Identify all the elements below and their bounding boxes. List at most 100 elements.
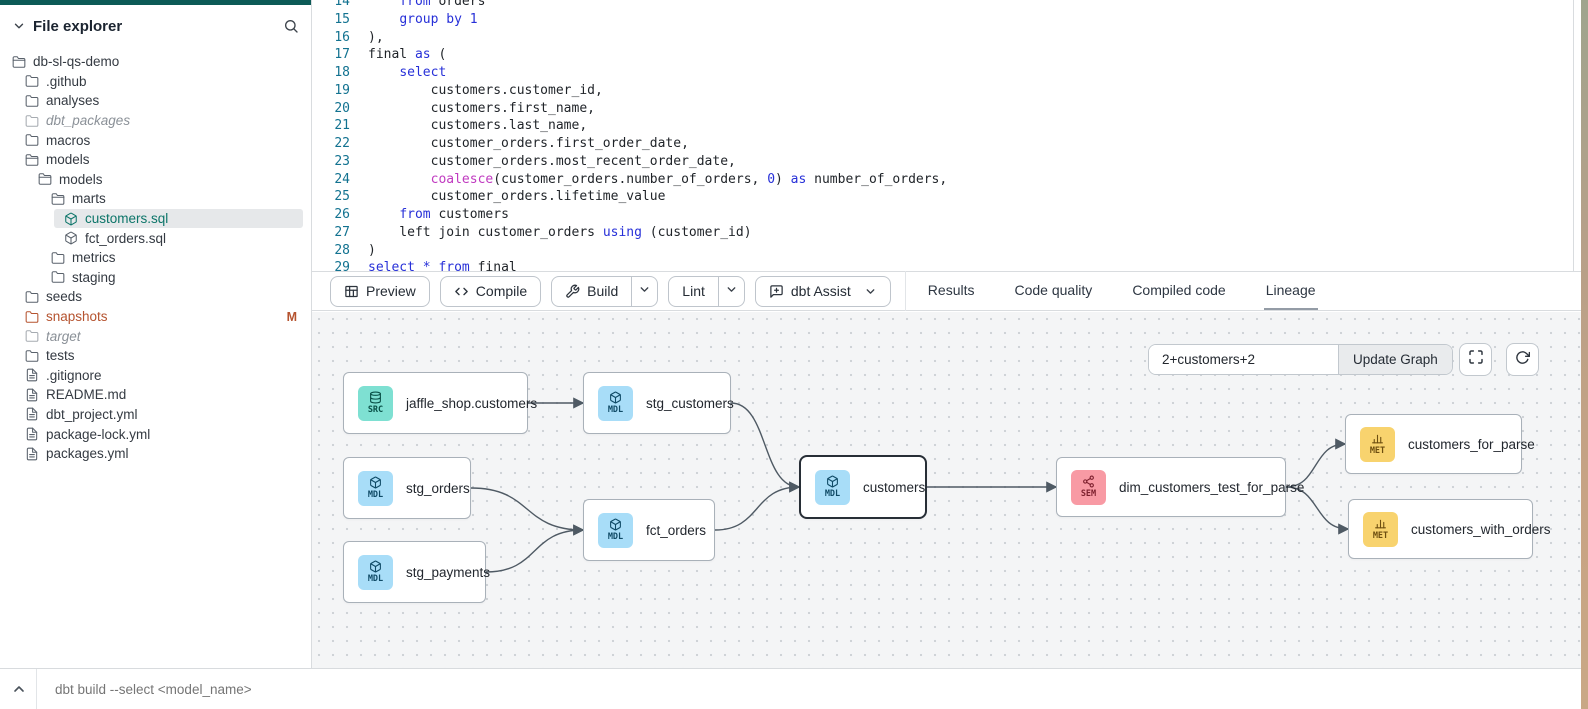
model-cube-icon bbox=[64, 212, 78, 226]
code-line-22: 22 customer_orders.first_order_date, bbox=[312, 135, 1581, 153]
command-input[interactable] bbox=[55, 669, 555, 709]
preview-button-label: Preview bbox=[366, 283, 416, 299]
search-icon[interactable] bbox=[283, 18, 299, 34]
file-tree-item-tests[interactable]: tests bbox=[0, 346, 311, 366]
dbt-assist-button-label: dbt Assist bbox=[791, 283, 851, 299]
code-line-26: 26 from customers bbox=[312, 206, 1581, 224]
file-tree-item-dbt-project-yml[interactable]: dbt_project.yml bbox=[0, 405, 311, 425]
lint-split-button: Lint bbox=[668, 276, 745, 307]
file-tree-item--github[interactable]: .github bbox=[0, 72, 311, 92]
code-editor[interactable]: 14 from orders15 group by 116),17final a… bbox=[312, 0, 1581, 271]
lineage-node-customers_for_parse[interactable]: METcustomers_for_parse bbox=[1345, 414, 1522, 474]
results-tab-bar: Results Code quality Compiled code Lineage bbox=[926, 272, 1318, 310]
dbt-assist-button[interactable]: dbt Assist bbox=[755, 276, 891, 307]
lineage-node-stg_payments[interactable]: MDLstg_payments bbox=[343, 541, 486, 603]
met-badge: MET bbox=[1363, 512, 1398, 547]
tab-results[interactable]: Results bbox=[926, 272, 977, 310]
file-tree-item-dbt-packages[interactable]: dbt_packages bbox=[0, 111, 311, 131]
lint-dropdown-button[interactable] bbox=[718, 277, 744, 306]
file-tree-item-label: dbt_packages bbox=[46, 113, 130, 128]
fullscreen-button[interactable] bbox=[1459, 343, 1492, 376]
file-tree-item-models[interactable]: models bbox=[0, 150, 311, 170]
file-tree-item-snapshots[interactable]: snapshotsM bbox=[0, 307, 311, 327]
mdl-badge: MDL bbox=[358, 471, 393, 506]
lint-button[interactable]: Lint bbox=[669, 277, 718, 306]
file-tree-item-macros[interactable]: macros bbox=[0, 130, 311, 150]
fullscreen-icon bbox=[1468, 349, 1484, 370]
file-tree-item-analyses[interactable]: analyses bbox=[0, 91, 311, 111]
tab-compiled-code[interactable]: Compiled code bbox=[1130, 272, 1227, 310]
lineage-node-dim_customers_test_for_parse[interactable]: SEMdim_customers_test_for_parse bbox=[1056, 457, 1286, 517]
build-button-label: Build bbox=[587, 283, 618, 299]
file-tree-item-packages-yml[interactable]: packages.yml bbox=[0, 444, 311, 464]
refresh-button[interactable] bbox=[1506, 343, 1539, 376]
file-tree-item-label: models bbox=[59, 172, 103, 187]
lineage-node-stg_customers[interactable]: MDLstg_customers bbox=[583, 372, 731, 434]
file-tree-item-label: macros bbox=[46, 133, 90, 148]
lineage-node-stg_orders[interactable]: MDLstg_orders bbox=[343, 457, 471, 519]
lineage-node-customers_with_orders[interactable]: METcustomers_with_orders bbox=[1348, 499, 1533, 559]
file-tree-item-db-sl-qs-demo[interactable]: db-sl-qs-demo bbox=[0, 52, 311, 72]
compile-button[interactable]: Compile bbox=[440, 276, 541, 307]
file-tree-item-models[interactable]: models bbox=[0, 170, 311, 190]
badge-type-label: MDL bbox=[608, 532, 623, 542]
line-number: 29 bbox=[312, 259, 350, 271]
file-tree-item-readme-md[interactable]: README.md bbox=[0, 385, 311, 405]
preview-button[interactable]: Preview bbox=[330, 276, 430, 307]
file-tree-item-seeds[interactable]: seeds bbox=[0, 287, 311, 307]
lineage-node-fct_orders[interactable]: MDLfct_orders bbox=[583, 499, 715, 561]
folder-open-icon bbox=[25, 153, 39, 167]
file-icon bbox=[25, 447, 39, 461]
file-tree-item-target[interactable]: target bbox=[0, 326, 311, 346]
code-text: customers.customer_id, bbox=[350, 82, 603, 100]
file-tree-item-label: dbt_project.yml bbox=[46, 407, 138, 422]
badge-type-label: MET bbox=[1370, 446, 1385, 456]
lineage-panel[interactable]: SRCjaffle_shop.customersMDLstg_customers… bbox=[312, 312, 1581, 668]
badge-type-label: SRC bbox=[368, 405, 383, 415]
file-tree-item-package-lock-yml[interactable]: package-lock.yml bbox=[0, 424, 311, 444]
update-graph-button[interactable]: Update Graph bbox=[1338, 345, 1452, 374]
model-cube-icon bbox=[64, 231, 78, 245]
file-tree-item-label: snapshots bbox=[46, 309, 108, 324]
file-tree-item--gitignore[interactable]: .gitignore bbox=[0, 366, 311, 386]
code-text: customer_orders.lifetime_value bbox=[350, 188, 665, 206]
lineage-node-customers[interactable]: MDLcustomers bbox=[799, 455, 927, 519]
lineage-selector-input[interactable] bbox=[1149, 345, 1338, 374]
file-tree-item-fct-orders-sql[interactable]: fct_orders.sql bbox=[0, 228, 311, 248]
file-tree-item-label: marts bbox=[72, 191, 106, 206]
editor-scrollbar[interactable] bbox=[1573, 0, 1574, 271]
lint-button-label: Lint bbox=[682, 283, 705, 299]
toolbar-divider bbox=[905, 271, 906, 311]
table-icon bbox=[344, 284, 359, 299]
lineage-node-jaffle_shop_customers[interactable]: SRCjaffle_shop.customers bbox=[343, 372, 528, 434]
code-line-27: 27 left join customer_orders using (cust… bbox=[312, 224, 1581, 242]
code-line-14: 14 from orders bbox=[312, 0, 1581, 11]
file-tree-item-metrics[interactable]: metrics bbox=[0, 248, 311, 268]
build-button[interactable]: Build bbox=[552, 277, 631, 306]
code-line-25: 25 customer_orders.lifetime_value bbox=[312, 188, 1581, 206]
file-tree-item-staging[interactable]: staging bbox=[0, 268, 311, 288]
tab-code-quality[interactable]: Code quality bbox=[1012, 272, 1094, 310]
folder-open-icon bbox=[51, 192, 65, 206]
file-tree-item-marts[interactable]: marts bbox=[0, 189, 311, 209]
build-dropdown-button[interactable] bbox=[631, 277, 657, 306]
folder-icon bbox=[25, 74, 39, 88]
line-number: 24 bbox=[312, 171, 350, 189]
line-number: 25 bbox=[312, 188, 350, 206]
line-number: 28 bbox=[312, 242, 350, 260]
code-line-16: 16), bbox=[312, 29, 1581, 47]
code-text: customers.first_name, bbox=[350, 100, 595, 118]
model-cube-icon bbox=[369, 560, 382, 573]
chevron-down-icon bbox=[725, 283, 738, 299]
chevron-up-icon[interactable] bbox=[11, 681, 27, 697]
line-number: 14 bbox=[312, 0, 350, 11]
node-label: jaffle_shop.customers bbox=[406, 396, 537, 411]
tab-lineage[interactable]: Lineage bbox=[1264, 272, 1318, 310]
chevron-down-icon bbox=[638, 283, 651, 299]
chevron-down-icon[interactable] bbox=[12, 19, 26, 33]
file-tree-item-customers-sql[interactable]: customers.sql bbox=[54, 209, 303, 229]
file-explorer-header: File explorer bbox=[0, 12, 311, 40]
divider bbox=[36, 669, 37, 709]
code-lines: 14 from orders15 group by 116),17final a… bbox=[312, 0, 1581, 271]
semantic-graph-icon bbox=[1082, 475, 1095, 488]
